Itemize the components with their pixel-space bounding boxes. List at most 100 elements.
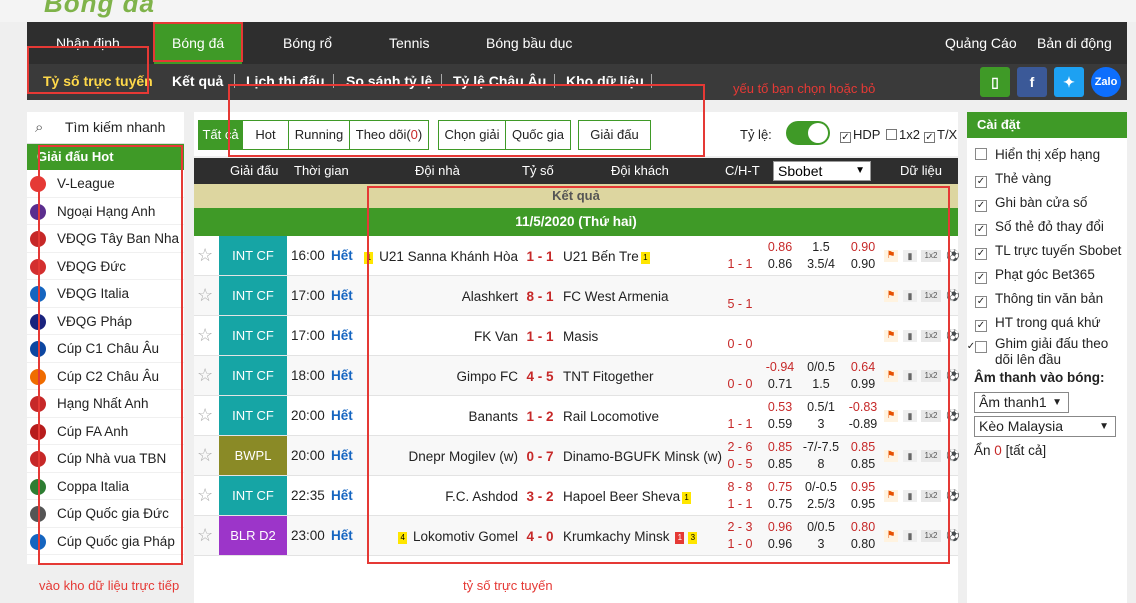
checkbox-checked-icon: ✓	[975, 200, 987, 212]
match-status: Hết	[331, 408, 353, 423]
mobile-icon[interactable]: ▯	[980, 67, 1010, 97]
favorite-star-icon[interactable]: ☆	[197, 485, 213, 506]
league-badge[interactable]: BLR D2	[219, 516, 287, 555]
annotation-live: tỷ số trực tuyến	[463, 578, 553, 593]
checkbox-checked-icon: ✓	[975, 224, 987, 236]
header-data: Dữ liệu	[900, 163, 942, 178]
checkbox-empty-icon	[886, 129, 897, 140]
hidden-prefix: Ẩn	[974, 443, 991, 458]
nav-quang-cao[interactable]: Quảng Cáo	[945, 22, 1017, 64]
nav-ban-di-dong[interactable]: Bản di động	[1037, 22, 1112, 64]
checkbox-checked-icon: ✓	[975, 320, 987, 332]
setting-label: Thông tin văn bản	[995, 291, 1104, 306]
bookmaker-value: Sbobet	[778, 163, 823, 179]
highlight-box	[38, 145, 183, 565]
zalo-icon[interactable]: Zalo	[1091, 67, 1121, 97]
league-badge[interactable]: BWPL	[219, 436, 287, 475]
checkbox-checked-icon: ✓	[975, 272, 987, 284]
league-badge[interactable]: INT CF	[219, 356, 287, 395]
quick-search[interactable]: ⌕ Tìm kiếm nhanh	[27, 112, 184, 144]
league-badge[interactable]: INT CF	[219, 316, 287, 355]
show-all-link[interactable]: [tất cả]	[1006, 443, 1047, 458]
nav-bong-ro[interactable]: Bóng rổ	[283, 22, 332, 64]
favorite-star-icon[interactable]: ☆	[197, 325, 213, 346]
chevron-down-icon: ▼	[855, 165, 865, 176]
match-time: 22:35	[291, 488, 325, 503]
setting-label: Phạt góc Bet365	[995, 267, 1095, 282]
annotation-filter: yếu tố bạn chọn hoặc bỏ	[733, 81, 876, 96]
twitter-icon[interactable]: ✦	[1054, 67, 1084, 97]
nav-tennis[interactable]: Tennis	[389, 22, 429, 64]
checkbox-checked-icon: ✓	[975, 296, 987, 308]
league-badge[interactable]: INT CF	[219, 236, 287, 275]
match-status: Hết	[331, 288, 353, 303]
match-status: Hết	[331, 368, 353, 383]
setting-option[interactable]: ✓ Ghim giải đấu theo dõi lên đầu	[967, 336, 1125, 367]
setting-label: Hiển thị xếp hạng	[995, 147, 1101, 162]
1x2-check[interactable]: 1x2	[886, 127, 920, 142]
tx-check[interactable]: ✓ T/X	[924, 127, 957, 143]
settings-title: Cài đặt	[967, 112, 1127, 138]
checkbox-checked-icon: ✓	[975, 248, 987, 260]
setting-label: Số thẻ đỏ thay đổi	[995, 219, 1104, 234]
nav-bong-bau-duc[interactable]: Bóng bầu dục	[486, 22, 572, 64]
match-status: Hết	[331, 488, 353, 503]
settings-panel: Cài đặt Hiển thị xếp hạng ✓ Thẻ vàng ✓ Ghi b…	[967, 112, 1127, 603]
check-icon: ✓	[924, 132, 935, 143]
annotation-data: vào kho dữ liệu trực tiếp	[39, 578, 180, 593]
setting-option[interactable]: ✓ Phạt góc Bet365	[975, 267, 1095, 284]
setting-option[interactable]: ✓ TL trực tuyến Sbobet	[975, 243, 1121, 260]
setting-option[interactable]: Hiển thị xếp hạng	[975, 147, 1100, 162]
highlight-box	[228, 84, 705, 157]
search-label: Tìm kiếm nhanh	[65, 119, 166, 135]
match-status: Hết	[331, 448, 353, 463]
setting-option[interactable]: ✓ Số thẻ đỏ thay đổi	[975, 219, 1104, 236]
hdp-check[interactable]: ✓ HDP	[840, 127, 880, 143]
favorite-star-icon[interactable]: ☆	[197, 405, 213, 426]
setting-option[interactable]: ✓ HT trong quá khứ	[975, 315, 1101, 332]
match-status: Hết	[331, 328, 353, 343]
setting-label: TL trực tuyến Sbobet	[995, 243, 1122, 258]
sound-select[interactable]: Âm thanh1 ▼	[974, 392, 1069, 413]
sound-label: Âm thanh vào bóng:	[974, 370, 1105, 385]
odds-type-select[interactable]: Kèo Malaysia ▼	[974, 416, 1116, 437]
league-badge[interactable]: INT CF	[219, 476, 287, 515]
table-header: Giải đấu Thời gian Đội nhà Tỷ số Đội khá…	[194, 158, 958, 184]
header-score: Tỷ số	[522, 163, 554, 178]
match-time: 20:00	[291, 448, 325, 463]
favorite-star-icon[interactable]: ☆	[197, 445, 213, 466]
highlight-box	[367, 186, 950, 564]
bookmaker-select[interactable]: Sbobet ▼	[773, 161, 871, 181]
hdp-label: HDP	[853, 127, 881, 142]
hidden-matches: Ẩn 0 [tất cả]	[974, 443, 1046, 458]
setting-option[interactable]: ✓ Thông tin văn bản	[975, 291, 1103, 308]
subnav-ket-qua[interactable]: Kết quả	[172, 64, 223, 100]
match-time: 17:00	[291, 328, 325, 343]
checkbox-checked-icon: ✓	[967, 341, 987, 353]
logo-strip: Bóng đá	[0, 0, 1136, 22]
facebook-icon[interactable]: f	[1017, 67, 1047, 97]
highlight-box	[27, 46, 149, 94]
tx-label: T/X	[937, 127, 958, 142]
check-icon: ✓	[840, 132, 851, 143]
header-cht: C/H-T	[725, 163, 760, 178]
league-badge[interactable]: INT CF	[219, 276, 287, 315]
favorite-star-icon[interactable]: ☆	[197, 525, 213, 546]
setting-label: Ghim giải đấu theo dõi lên đầu	[995, 336, 1109, 367]
setting-label: HT trong quá khứ	[995, 315, 1101, 330]
favorite-star-icon[interactable]: ☆	[197, 245, 213, 266]
match-status: Hết	[331, 528, 353, 543]
league-badge[interactable]: INT CF	[219, 396, 287, 435]
site-logo[interactable]: Bóng đá	[44, 0, 155, 19]
chevron-down-icon: ▼	[1099, 421, 1109, 432]
checkbox-checked-icon: ✓	[975, 176, 987, 188]
favorite-star-icon[interactable]: ☆	[197, 285, 213, 306]
setting-option[interactable]: ✓ Thẻ vàng	[975, 171, 1051, 188]
setting-option[interactable]: ✓ Ghi bàn cửa số	[975, 195, 1087, 212]
match-status: Hết	[331, 248, 353, 263]
odds-toggle[interactable]	[786, 121, 830, 145]
favorite-star-icon[interactable]: ☆	[197, 365, 213, 386]
header-league: Giải đấu	[230, 163, 279, 178]
match-time: 18:00	[291, 368, 325, 383]
checkbox-empty-icon	[975, 148, 987, 160]
